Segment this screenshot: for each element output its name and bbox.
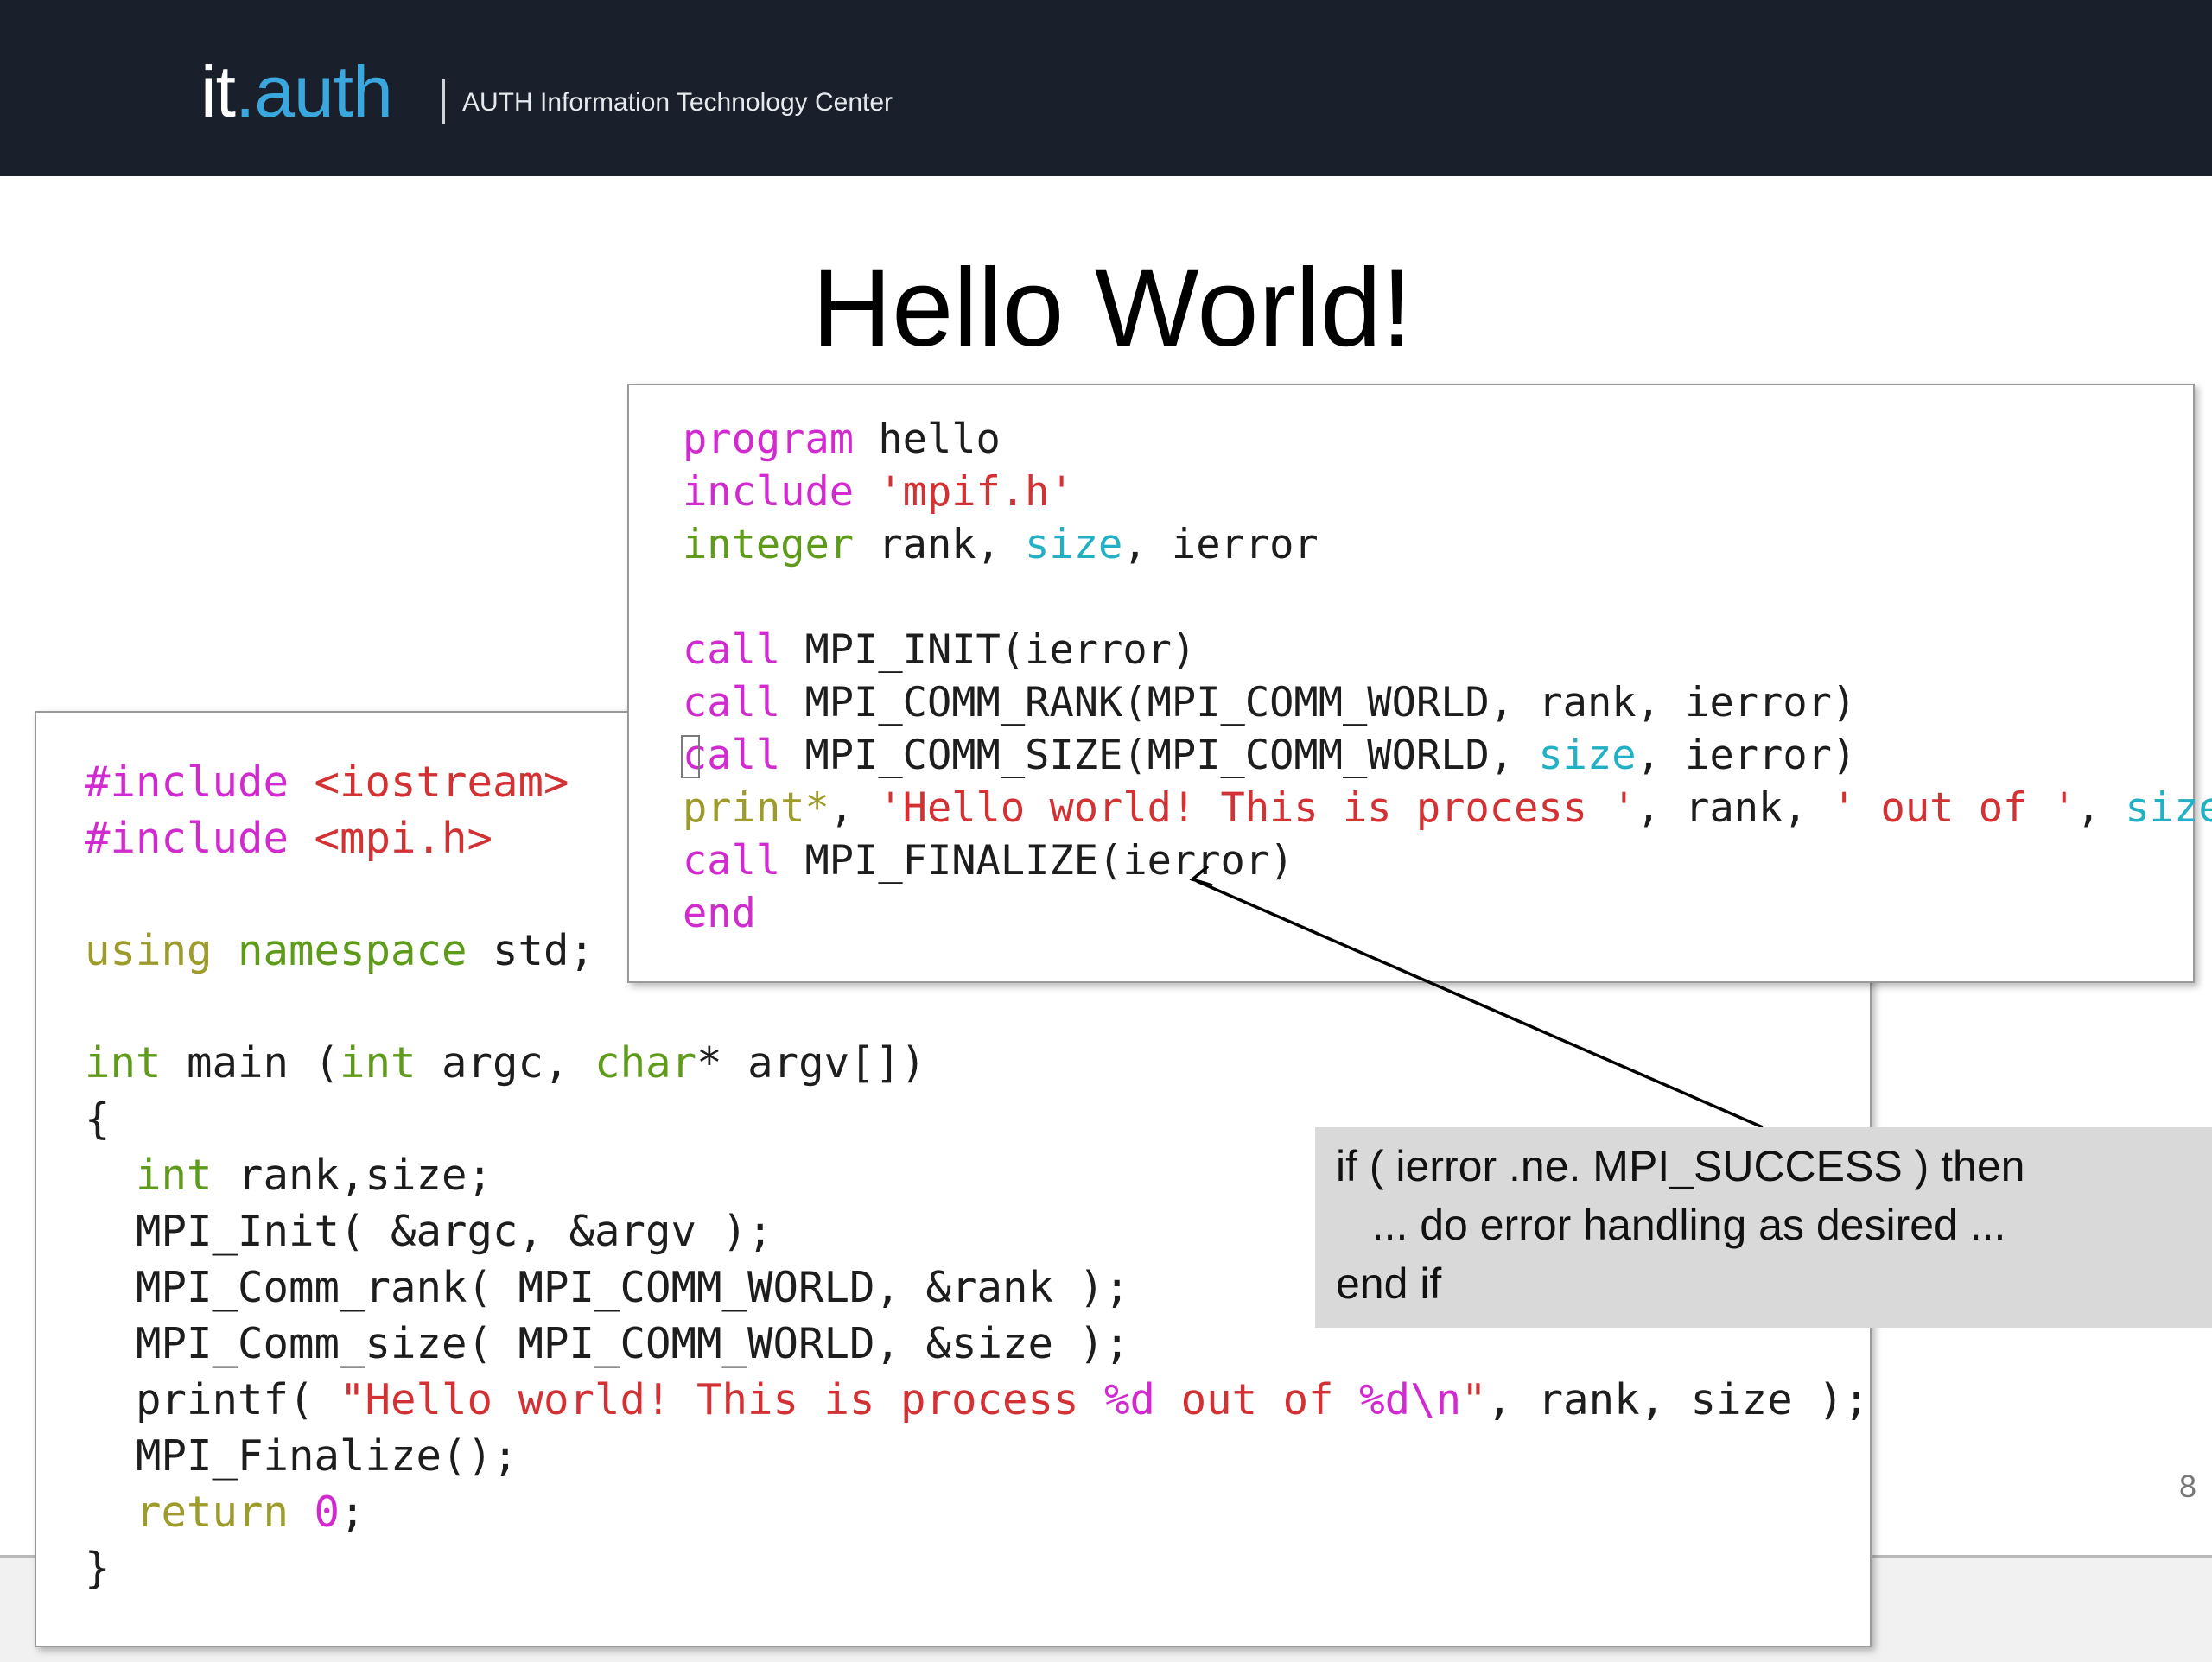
- brand-logo: it.auth: [200, 48, 393, 135]
- code-text: MPI_Comm_rank( MPI_COMM_WORLD, &rank );: [136, 1263, 1130, 1312]
- code-keyword: call: [683, 837, 781, 885]
- code-keyword: namespace: [238, 926, 467, 975]
- brand-subtitle: AUTH Information Technology Center: [462, 88, 893, 117]
- text-cursor: [681, 735, 700, 778]
- code-text: hello: [854, 416, 1001, 463]
- code-string: ' out of ': [1831, 784, 2076, 832]
- code-text: MPI_Finalize();: [136, 1431, 518, 1481]
- note-line-1: if ( ierror .ne. MPI_SUCCESS ) then: [1336, 1142, 2025, 1190]
- header-bar: it.auth AUTH Information Technology Cent…: [0, 0, 2212, 176]
- code-text: main (: [161, 1038, 340, 1088]
- code-keyword: integer: [683, 521, 855, 568]
- code-text: argc,: [416, 1038, 595, 1088]
- code-keyword: program: [683, 416, 855, 463]
- code-text: , ierror: [1122, 521, 1319, 568]
- code-text: ,: [2075, 784, 2126, 832]
- code-string: out of: [1155, 1375, 1360, 1424]
- code-text: MPI_FINALIZE(ierror): [780, 837, 1294, 885]
- code-keyword: size: [2125, 784, 2212, 832]
- code-text: * argv[]): [696, 1038, 926, 1088]
- code-keyword: int: [85, 1038, 162, 1088]
- code-keyword: call: [683, 679, 781, 726]
- code-number: 0: [314, 1488, 340, 1537]
- code-string: 'Hello world! This is process ': [878, 784, 1637, 832]
- brand-logo-it: it: [200, 51, 236, 132]
- code-text: printf(: [136, 1375, 340, 1424]
- code-keyword: int: [340, 1038, 416, 1088]
- code-text: , ierror): [1636, 732, 1857, 779]
- code-text: , rank,: [1636, 784, 1832, 832]
- fortran-code-panel: program hello include 'mpif.h' integer r…: [627, 384, 2212, 983]
- code-string: "Hello world! This is process: [340, 1375, 1105, 1424]
- brand-logo-auth: .auth: [235, 51, 393, 132]
- note-line-2: ... do error handling as desired ...: [1336, 1201, 2006, 1249]
- code-text: ,: [829, 784, 879, 832]
- code-text: std;: [467, 926, 595, 975]
- brand-divider: [442, 79, 445, 124]
- code-text: MPI_COMM_RANK(MPI_COMM_WORLD, rank, ierr…: [780, 679, 1857, 726]
- note-line-3: end if: [1336, 1259, 1442, 1308]
- slide-number: 8: [2179, 1469, 2197, 1504]
- code-string: ": [1461, 1375, 1487, 1424]
- code-format: %d\n: [1359, 1375, 1462, 1424]
- code-text: }: [85, 1544, 111, 1593]
- code-text: MPI_Comm_size( MPI_COMM_WORLD, &size );: [136, 1319, 1130, 1368]
- code-string: <mpi.h>: [314, 814, 493, 863]
- code-text: rank,: [854, 521, 1026, 568]
- code-keyword: end: [683, 890, 756, 937]
- slide-title: Hello World!: [811, 246, 1413, 370]
- error-handling-note: if ( ierror .ne. MPI_SUCCESS ) then ... …: [1315, 1127, 2212, 1328]
- code-text: MPI_INIT(ierror): [780, 626, 1197, 674]
- code-keyword: #include: [85, 758, 289, 807]
- code-string: 'mpif.h': [854, 468, 1074, 516]
- code-keyword: int: [136, 1151, 213, 1200]
- code-keyword: print*: [683, 784, 830, 832]
- fortran-code-block: program hello include 'mpif.h' integer r…: [683, 413, 2212, 940]
- code-keyword: size: [1025, 521, 1123, 568]
- code-text: MPI_Init( &argc, &argv );: [136, 1207, 773, 1256]
- code-keyword: char: [594, 1038, 697, 1088]
- code-text: ;: [340, 1488, 365, 1537]
- code-keyword: return: [136, 1488, 289, 1537]
- code-keyword: #include: [85, 814, 289, 863]
- code-format: %d: [1104, 1375, 1156, 1424]
- code-keyword: include: [683, 468, 855, 516]
- code-text: {: [85, 1094, 111, 1144]
- code-keyword: call: [683, 626, 781, 674]
- code-text: , rank, size );: [1486, 1375, 1870, 1424]
- code-keyword: size: [1538, 732, 1637, 779]
- code-text: MPI_COMM_SIZE(MPI_COMM_WORLD,: [780, 732, 1539, 779]
- code-keyword: using: [85, 926, 213, 975]
- code-string: <iostream>: [314, 758, 569, 807]
- code-text: rank,size;: [212, 1151, 493, 1200]
